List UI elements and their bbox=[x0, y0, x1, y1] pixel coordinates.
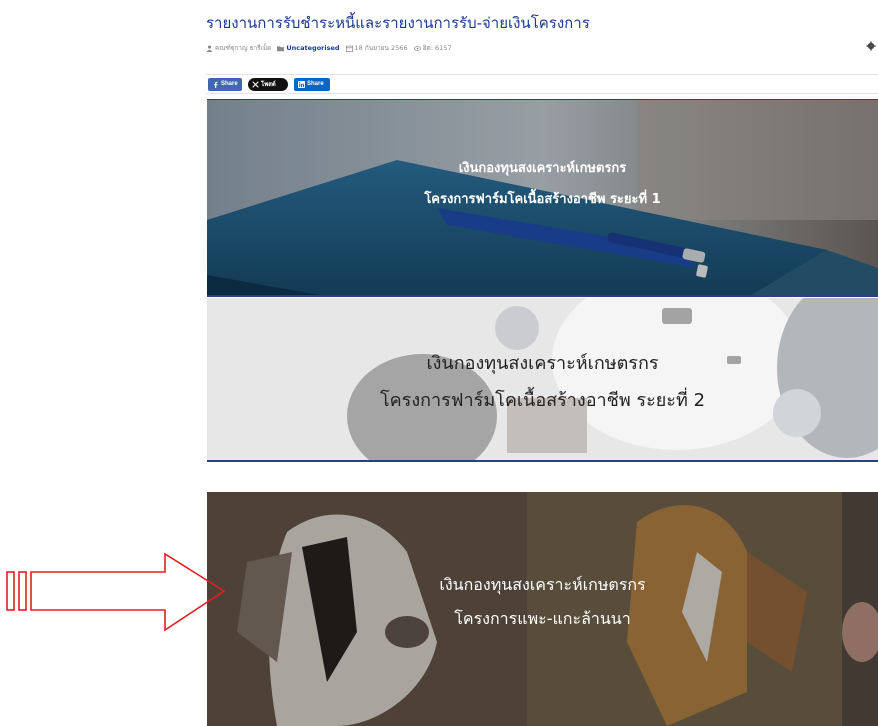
linkedin-icon bbox=[298, 80, 305, 88]
banner-2-fund-title: เงินกองทุนสงเคราะห์เกษตรกร bbox=[426, 353, 659, 374]
banner-3-fund-title: เงินกองทุนสงเคราะห์เกษตรกร bbox=[439, 575, 646, 594]
banner-goat-sheep-lanna[interactable]: เงินกองทุนสงเคราะห์เกษตรกร โครงการแพะ-แก… bbox=[207, 492, 878, 726]
hits-meta: ฮิต: 6157 bbox=[413, 43, 452, 53]
banner-3-project-name: โครงการแพะ-แกะล้านนา bbox=[454, 609, 631, 628]
post-meta: คณฑ์ฐุกาญ ธารีเม็ด Uncategorised 18 กันย… bbox=[206, 42, 452, 54]
author-meta: คณฑ์ฐุกาญ ธารีเม็ด bbox=[206, 43, 271, 53]
user-icon bbox=[206, 45, 213, 52]
facebook-share-button[interactable]: Share bbox=[208, 77, 242, 91]
banner-1-fund-title: เงินกองทุนสงเคราะห์เกษตรกร bbox=[458, 161, 627, 176]
meeting-table-photo bbox=[207, 298, 878, 460]
share-bar: Share โพสต์ Share bbox=[206, 74, 878, 94]
linkedin-share-button[interactable]: Share bbox=[294, 77, 330, 91]
x-post-label: โพสต์ bbox=[261, 82, 276, 88]
page-title: รายงานการรับชำระหนี้และรายงานการรับ-จ่าย… bbox=[206, 14, 590, 32]
linkedin-share-label: Share bbox=[307, 81, 324, 87]
category-link[interactable]: Uncategorised bbox=[286, 44, 339, 52]
x-post-button[interactable]: โพสต์ bbox=[248, 77, 288, 91]
banner-cattle-phase-2[interactable]: เงินกองทุนสงเคราะห์เกษตรกร โครงการฟาร์มโ… bbox=[207, 298, 878, 462]
banner-2-project-name: โครงการฟาร์มโคเนื้อสร้างอาชีพ ระยะที่ 2 bbox=[379, 390, 706, 411]
calendar-icon bbox=[345, 45, 353, 52]
banner-cattle-phase-1[interactable]: เงินกองทุนสงเคราะห์เกษตรกร โครงการฟาร์มโ… bbox=[207, 99, 878, 297]
post-date: 18 กันยายน 2566 bbox=[354, 44, 408, 52]
eye-icon bbox=[413, 45, 421, 51]
date-meta: 18 กันยายน 2566 bbox=[345, 43, 408, 53]
gear-icon[interactable] bbox=[866, 41, 876, 51]
x-icon bbox=[252, 80, 259, 88]
facebook-share-label: Share bbox=[221, 81, 238, 87]
author-name[interactable]: คณฑ์ฐุกาญ ธารีเม็ด bbox=[215, 43, 271, 53]
folder-icon bbox=[277, 45, 285, 51]
banner-1-project-name: โครงการฟาร์มโคเนื้อสร้างอาชีพ ระยะที่ 1 bbox=[424, 192, 661, 207]
annotation-arrow-icon bbox=[6, 552, 226, 632]
facebook-icon bbox=[214, 81, 218, 88]
hit-count: ฮิต: 6157 bbox=[422, 44, 452, 52]
category-meta: Uncategorised bbox=[277, 44, 340, 52]
